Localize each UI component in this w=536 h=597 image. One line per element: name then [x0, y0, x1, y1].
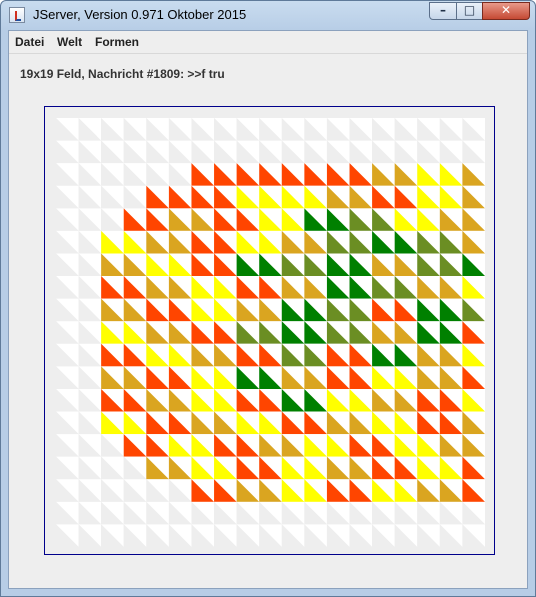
minimize-icon: – — [440, 3, 446, 17]
menu-datei[interactable]: Datei — [15, 35, 44, 49]
window-title: JServer, Version 0.971 Oktober 2015 — [33, 7, 247, 22]
minimize-button[interactable]: – — [429, 2, 457, 20]
game-board[interactable] — [56, 118, 485, 547]
title-bar[interactable]: JServer, Version 0.971 Oktober 2015 – □ … — [1, 1, 535, 29]
maximize-icon: □ — [463, 3, 476, 17]
close-icon: ✕ — [500, 3, 512, 17]
menu-bar: Datei Welt Formen — [9, 31, 527, 54]
board-frame — [44, 106, 495, 555]
client-area: Datei Welt Formen 19x19 Feld, Nachricht … — [8, 30, 528, 589]
maximize-button[interactable]: □ — [456, 2, 483, 20]
app-window: JServer, Version 0.971 Oktober 2015 – □ … — [0, 0, 536, 597]
menu-welt[interactable]: Welt — [57, 35, 82, 49]
java-cup-icon[interactable] — [9, 7, 25, 23]
menu-formen[interactable]: Formen — [95, 35, 139, 49]
status-message: 19x19 Feld, Nachricht #1809: >>f tru — [20, 67, 225, 81]
close-button[interactable]: ✕ — [482, 2, 530, 20]
